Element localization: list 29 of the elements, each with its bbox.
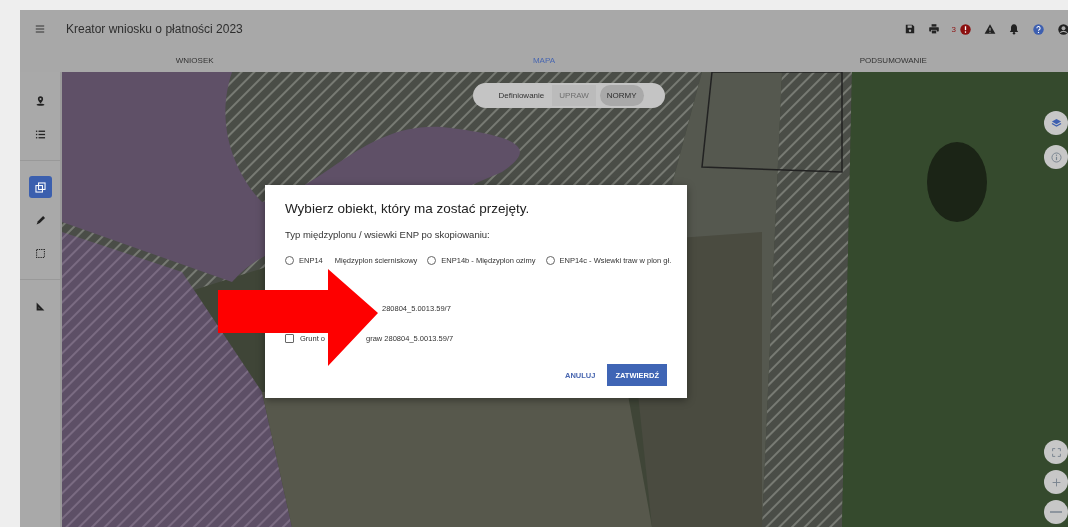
info-icon: [1049, 150, 1063, 164]
account-button[interactable]: [1057, 22, 1068, 36]
copy-icon: [33, 180, 47, 194]
warnings-button[interactable]: [984, 23, 996, 35]
menu-icon: [34, 23, 46, 35]
tab[interactable]: WNIOSEK: [173, 51, 216, 69]
error-count: 3: [951, 24, 956, 34]
error-icon: [959, 22, 972, 36]
tab[interactable]: PODSUMOWANIE: [857, 51, 929, 69]
save-icon: [903, 23, 916, 35]
bell-icon: [1008, 23, 1020, 35]
copy-tool-button[interactable]: [28, 176, 52, 198]
dialog-title: Wybierz obiekt, który ma zostać przejęty.: [285, 201, 531, 216]
selection-icon: [33, 246, 47, 260]
fullscreen-icon: [1049, 445, 1063, 459]
save-button[interactable]: [903, 23, 916, 35]
printer-icon: [927, 23, 940, 35]
toggle-option[interactable]: UPRAW: [552, 85, 596, 106]
app-title: Kreator wniosku o płatności 2023: [66, 22, 244, 36]
help-icon: [1032, 22, 1045, 36]
layers-icon: [1049, 116, 1063, 130]
toggle-label: Definiowanie: [497, 91, 546, 100]
help-button[interactable]: [1032, 22, 1045, 36]
print-button[interactable]: [927, 23, 940, 35]
notifications-button[interactable]: [1008, 23, 1020, 35]
warning-icon: [984, 23, 996, 35]
errors-button[interactable]: [959, 22, 972, 36]
dialog-subtitle: Typ międzyplonu / wsiewki ENP po skopiowaniu:: [285, 229, 491, 240]
toggle-option[interactable]: NORMY: [599, 85, 644, 106]
